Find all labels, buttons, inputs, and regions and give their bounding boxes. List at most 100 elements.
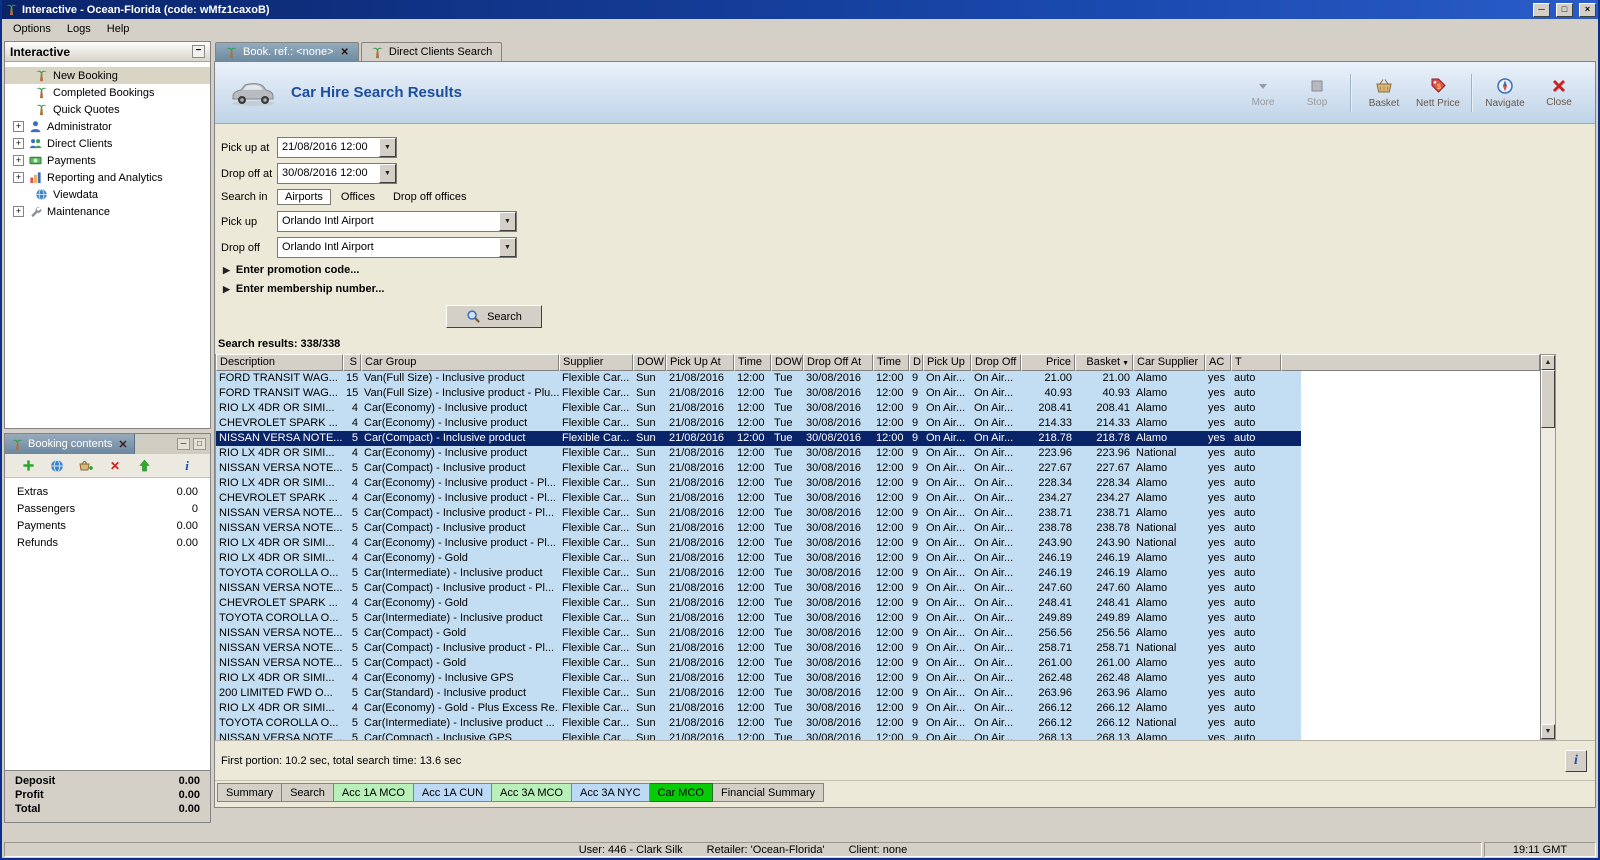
scrollbar-thumb[interactable] [1541, 370, 1555, 428]
column-header-drop-off-at-8[interactable]: Drop Off At [803, 354, 873, 371]
bottom-tab-car-mco[interactable]: Car MCO [649, 783, 713, 802]
scroll-down-button[interactable]: ▼ [1541, 724, 1555, 739]
column-header-car-supplier-15[interactable]: Car Supplier [1133, 354, 1205, 371]
sidebar-item-maintenance[interactable]: + Maintenance [5, 203, 210, 220]
sidebar-item-quick-quotes[interactable]: Quick Quotes [5, 101, 210, 118]
booking-contents-row-payments[interactable]: Payments 0.00 [5, 517, 210, 534]
column-header-d-10[interactable]: D [909, 354, 923, 371]
sidebar-item-viewdata[interactable]: Viewdata [5, 186, 210, 203]
bottom-tab-search[interactable]: Search [282, 783, 334, 802]
results-row[interactable]: CHEVROLET SPARK ... 4 Car(Economy) - Inclu… [216, 416, 1301, 431]
maximize-button[interactable]: □ [1556, 2, 1573, 17]
menu-item-help[interactable]: Help [100, 21, 137, 37]
results-row[interactable]: RIO LX 4DR OR SIMI... 4 Car(Economy) - Gol… [216, 551, 1301, 566]
close-booking-contents-icon[interactable]: ✕ [118, 438, 127, 451]
enter-membership-number-expander[interactable]: ▶ Enter membership number... [223, 283, 1595, 295]
results-row[interactable]: NISSAN VERSA NOTE... 5 Car(Compact) - Incl… [216, 581, 1301, 596]
column-header-dow-4[interactable]: DOW [633, 354, 666, 371]
info-button[interactable]: i [1565, 749, 1587, 772]
sidebar-item-administrator[interactable]: + Administrator [5, 118, 210, 135]
results-row[interactable]: RIO LX 4DR OR SIMI... 4 Car(Economy) - Inc… [216, 446, 1301, 461]
panel-maximize-button[interactable]: □ [193, 438, 206, 450]
chevron-down-icon[interactable]: ▼ [379, 164, 396, 183]
scroll-up-button[interactable]: ▲ [1541, 355, 1555, 370]
sidebar-item-direct-clients[interactable]: + Direct Clients [5, 135, 210, 152]
results-row[interactable]: RIO LX 4DR OR SIMI... 4 Car(Economy) - Inc… [216, 536, 1301, 551]
column-header-supplier-3[interactable]: Supplier [559, 354, 633, 371]
bottom-tab-acc-3a-mco[interactable]: Acc 3A MCO [492, 783, 572, 802]
column-header-basket-14[interactable]: Basket ▼ [1075, 354, 1133, 371]
pick-up-combo[interactable]: Orlando Intl Airport ▼ [277, 211, 517, 232]
booking-contents-row-refunds[interactable]: Refunds 0.00 [5, 534, 210, 551]
promote-button[interactable] [134, 456, 154, 476]
results-row[interactable]: 200 LIMITED FWD O... 5 Car(Standard) - Inc… [216, 686, 1301, 701]
info-button[interactable]: i [177, 456, 197, 476]
drop-off-at-combo[interactable]: 30/08/2016 12:00 ▼ [277, 163, 397, 184]
results-row[interactable]: TOYOTA COROLLA O... 5 Car(Intermediate) - … [216, 566, 1301, 581]
booking-contents-row-extras[interactable]: Extras 0.00 [5, 483, 210, 500]
column-header-description-0[interactable]: Description [216, 354, 343, 371]
column-header-pick-up-at-5[interactable]: Pick Up At [666, 354, 734, 371]
results-row[interactable]: NISSAN VERSA NOTE... 5 Car(Compact) - Incl… [216, 731, 1301, 740]
column-header-pick-up-11[interactable]: Pick Up [923, 354, 971, 371]
results-row[interactable]: TOYOTA COROLLA O... 5 Car(Intermediate) - … [216, 716, 1301, 731]
panel-minimize-button[interactable]: ─ [177, 438, 190, 450]
expand-toggle-icon[interactable]: + [13, 172, 24, 183]
column-header-t-17[interactable]: T [1231, 354, 1281, 371]
bottom-tab-summary[interactable]: Summary [217, 783, 283, 802]
results-row[interactable]: RIO LX 4DR OR SIMI... 4 Car(Economy) - Gol… [216, 701, 1301, 716]
navigate-button[interactable]: Navigate [1479, 70, 1531, 116]
expand-toggle-icon[interactable]: + [13, 206, 24, 217]
collapse-panel-button[interactable]: − [192, 45, 205, 58]
booking-contents-row-passengers[interactable]: Passengers 0 [5, 500, 210, 517]
column-header-time-6[interactable]: Time [734, 354, 771, 371]
booking-contents-tab[interactable]: Booking contents ✕ [5, 434, 135, 454]
sidebar-item-reporting-and-analytics[interactable]: + Reporting and Analytics [5, 169, 210, 186]
bottom-tab-acc-1a-cun[interactable]: Acc 1A CUN [413, 783, 493, 802]
search-in-option-drop-off-offices[interactable]: Drop off offices [385, 189, 475, 205]
tab-direct-clients-search[interactable]: Direct Clients Search [360, 42, 503, 61]
results-row[interactable]: RIO LX 4DR OR SIMI... 4 Car(Economy) - Inc… [216, 671, 1301, 686]
column-header-drop-off-12[interactable]: Drop Off [971, 354, 1021, 371]
expand-toggle-icon[interactable]: + [13, 121, 24, 132]
results-row[interactable]: CHEVROLET SPARK ... 4 Car(Economy) - Inclu… [216, 491, 1301, 506]
bottom-tab-acc-3a-nyc[interactable]: Acc 3A NYC [572, 783, 650, 802]
sidebar-item-payments[interactable]: + Payments [5, 152, 210, 169]
close-button[interactable]: Close [1533, 70, 1585, 116]
column-header-ac-16[interactable]: AC [1205, 354, 1231, 371]
close-tab-icon[interactable]: ✕ [341, 47, 349, 58]
tab-book-ref-none[interactable]: Book. ref.: <none> ✕ [215, 42, 359, 61]
results-row[interactable]: NISSAN VERSA NOTE... 5 Car(Compact) - Incl… [216, 461, 1301, 476]
expand-toggle-icon[interactable]: + [13, 155, 24, 166]
results-row[interactable]: CHEVROLET SPARK ... 4 Car(Economy) - Gold F… [216, 596, 1301, 611]
search-button[interactable]: Search [446, 305, 542, 328]
pick-up-at-combo[interactable]: 21/08/2016 12:00 ▼ [277, 137, 397, 158]
results-row[interactable]: NISSAN VERSA NOTE... 5 Car(Compact) - Incl… [216, 521, 1301, 536]
basket-button[interactable]: Basket [1358, 70, 1410, 116]
menu-item-logs[interactable]: Logs [60, 21, 98, 37]
results-row[interactable]: TOYOTA COROLLA O... 5 Car(Intermediate) - … [216, 611, 1301, 626]
column-header-price-13[interactable]: Price [1021, 354, 1075, 371]
minimize-button[interactable]: ─ [1533, 2, 1550, 17]
results-row[interactable]: NISSAN VERSA NOTE... 5 Car(Compact) - Gold… [216, 626, 1301, 641]
chevron-down-icon[interactable]: ▼ [499, 212, 516, 231]
results-row[interactable]: NISSAN VERSA NOTE... 5 Car(Compact) - Incl… [216, 641, 1301, 656]
results-row[interactable]: RIO LX 4DR OR SIMI... 4 Car(Economy) - Inc… [216, 476, 1301, 491]
basket-add-button[interactable] [76, 456, 96, 476]
world-button[interactable] [47, 456, 67, 476]
bottom-tab-financial-summary[interactable]: Financial Summary [712, 783, 825, 802]
close-window-button[interactable]: × [1579, 2, 1596, 17]
results-row[interactable]: NISSAN VERSA NOTE... 5 Car(Compact) - Gold… [216, 656, 1301, 671]
bottom-tab-acc-1a-mco[interactable]: Acc 1A MCO [333, 783, 414, 802]
results-row[interactable]: FORD TRANSIT WAG... 15 Van(Full Size) - In… [216, 371, 1301, 386]
sidebar-item-new-booking[interactable]: New Booking [5, 67, 210, 84]
enter-promotion-code-expander[interactable]: ▶ Enter promotion code... [223, 264, 1595, 276]
menu-item-options[interactable]: Options [6, 21, 58, 37]
add-button[interactable] [18, 456, 38, 476]
column-header-s-1[interactable]: S [343, 354, 361, 371]
vertical-scrollbar[interactable]: ▲ ▼ [1540, 354, 1556, 740]
expand-toggle-icon[interactable]: + [13, 138, 24, 149]
column-header-dow-7[interactable]: DOW [771, 354, 803, 371]
results-row[interactable]: FORD TRANSIT WAG... 15 Van(Full Size) - In… [216, 386, 1301, 401]
search-in-option-offices[interactable]: Offices [333, 189, 383, 205]
